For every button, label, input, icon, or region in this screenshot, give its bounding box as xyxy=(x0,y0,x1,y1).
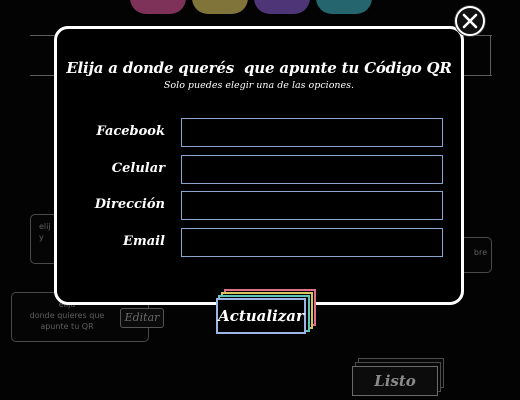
screen: elij y bre elija donde quieres que apunt… xyxy=(0,0,520,400)
update-button-label: Actualizar xyxy=(216,298,306,334)
form-row-celular: Celular xyxy=(57,155,461,185)
divider xyxy=(490,35,491,75)
logo-letter xyxy=(254,0,310,14)
direccion-input[interactable] xyxy=(181,191,443,220)
email-label: Email xyxy=(123,234,165,249)
celular-input[interactable] xyxy=(181,155,443,184)
logo-letter xyxy=(192,0,248,14)
logo-letter xyxy=(316,0,372,14)
edit-button[interactable]: Editar xyxy=(120,308,164,328)
update-button[interactable]: Actualizar xyxy=(214,289,316,334)
direccion-label: Dirección xyxy=(94,197,165,212)
form-row-facebook: Facebook xyxy=(57,118,461,148)
ready-button-label: Listo xyxy=(352,366,438,396)
logo-letter xyxy=(130,0,186,14)
form-row-direccion: Dirección xyxy=(57,191,461,221)
dialog-subtitle: Solo puedes elegir una de las opciones. xyxy=(163,80,355,91)
facebook-input[interactable] xyxy=(181,118,443,147)
qr-target-dialog: Elija a donde querés que apunte tu Códig… xyxy=(54,26,464,305)
email-input[interactable] xyxy=(181,228,443,257)
form-row-email: Email xyxy=(57,228,461,258)
celular-label: Celular xyxy=(111,161,165,176)
facebook-label: Facebook xyxy=(96,124,165,139)
close-button[interactable] xyxy=(455,6,485,36)
close-icon xyxy=(462,13,478,29)
dialog-title: Elija a donde querés que apunte tu Códig… xyxy=(66,59,452,77)
logo xyxy=(130,0,390,18)
ready-button[interactable]: Listo xyxy=(350,358,446,398)
